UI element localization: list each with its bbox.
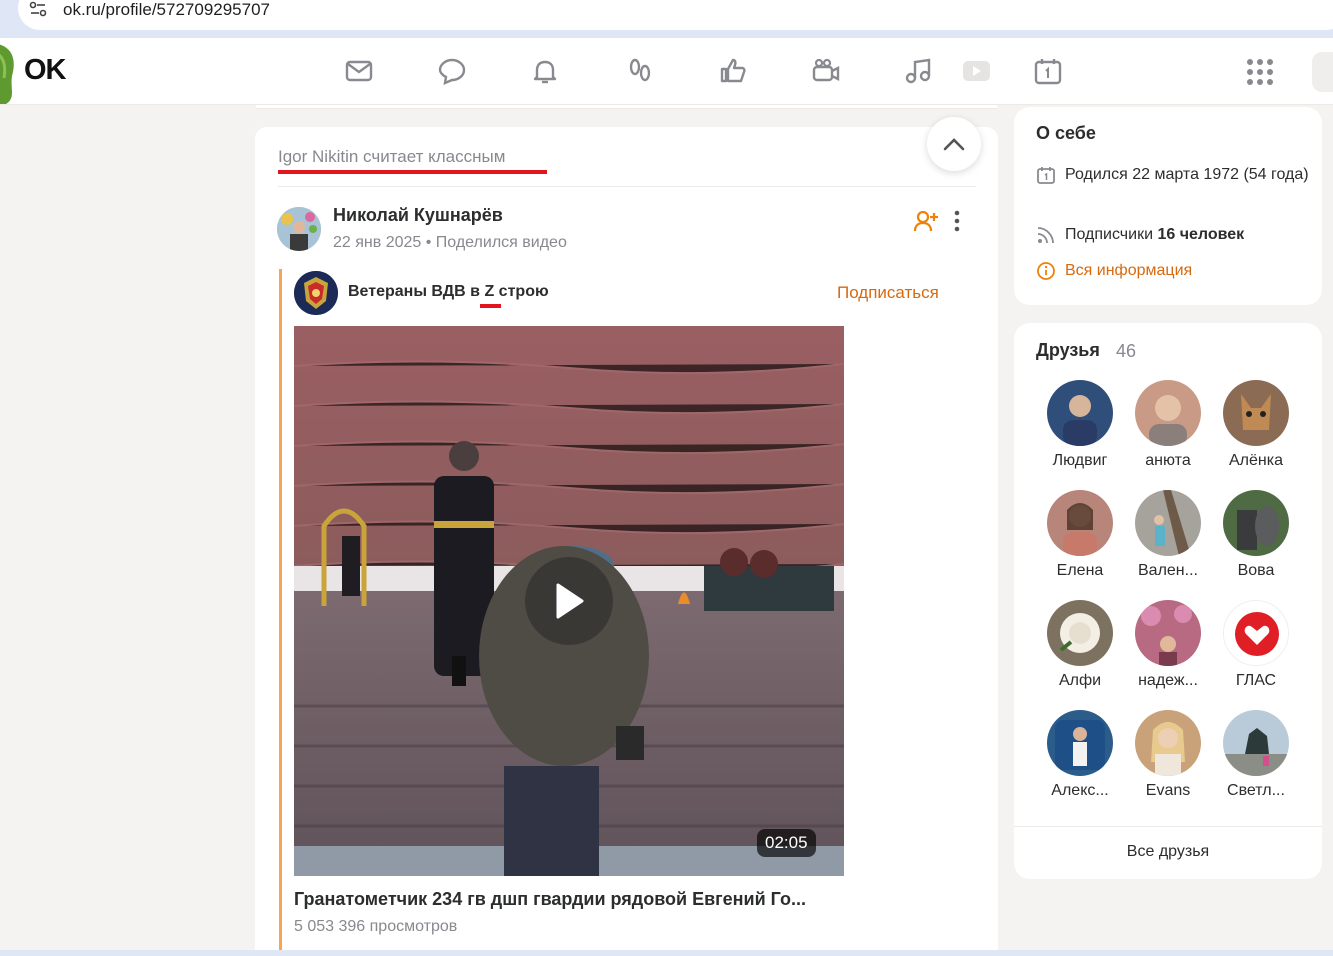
friend-avatar[interactable] — [1047, 710, 1113, 776]
site-settings-icon[interactable] — [28, 0, 48, 20]
friend-item[interactable]: Алекс... — [1036, 710, 1124, 800]
browser-address-bar: ok.ru/profile/572709295707 — [0, 0, 1333, 38]
calendar-icon[interactable] — [1032, 55, 1064, 87]
video-camera-icon[interactable] — [810, 55, 842, 87]
video-duration: 02:05 — [757, 829, 816, 857]
friend-avatar[interactable] — [1223, 600, 1289, 666]
divider — [278, 186, 976, 187]
friend-avatar[interactable] — [1223, 380, 1289, 446]
friend-name[interactable]: Алёнка — [1212, 452, 1300, 470]
music-icon[interactable] — [903, 55, 935, 87]
birthday-text: Родился 22 марта 1972 (54 года) — [1065, 166, 1309, 183]
repost-accent-bar — [279, 269, 282, 956]
post-meta: 22 янв 2025 • Поделился видео — [333, 234, 567, 252]
friend-item[interactable]: Вова — [1212, 490, 1300, 580]
info-icon — [1037, 262, 1055, 280]
more-options-icon[interactable] — [952, 208, 962, 234]
feed-card: Igor Nikitin считает классным Николай Ку… — [255, 117, 998, 956]
post-action: Поделился видео — [435, 234, 567, 251]
group-name-part2: строю — [494, 283, 549, 300]
red-underline-annotation — [278, 170, 547, 174]
friend-avatar[interactable] — [1135, 380, 1201, 446]
friend-item[interactable]: Алфи — [1036, 600, 1124, 690]
chevron-up-icon — [943, 138, 965, 151]
friend-avatar[interactable] — [1135, 710, 1201, 776]
friend-item[interactable]: Вален... — [1124, 490, 1212, 580]
bell-icon[interactable] — [529, 55, 561, 87]
friend-avatar[interactable] — [1135, 600, 1201, 666]
author-avatar[interactable] — [277, 207, 321, 251]
ok-header: OK — [0, 38, 1333, 105]
rss-icon — [1037, 227, 1054, 244]
video-title[interactable]: Гранатометчик 234 гв дшп гвардии рядовой… — [294, 889, 806, 910]
chat-icon[interactable] — [436, 55, 468, 87]
group-name[interactable]: Ветераны ВДВ в Z строю — [348, 283, 549, 301]
friend-name[interactable]: Вова — [1212, 562, 1300, 580]
friend-avatar[interactable] — [1047, 490, 1113, 556]
friend-item[interactable]: ГЛАС — [1212, 600, 1300, 690]
friend-avatar[interactable] — [1047, 380, 1113, 446]
liked-by-text[interactable]: Igor Nikitin считает классным — [278, 147, 505, 167]
friend-avatar[interactable] — [1223, 710, 1289, 776]
friend-item[interactable]: Светл... — [1212, 710, 1300, 800]
about-title: О себе — [1036, 123, 1096, 143]
friend-name[interactable]: Алфи — [1036, 672, 1124, 690]
friend-name[interactable]: анюта — [1124, 452, 1212, 470]
post-date[interactable]: 22 янв 2025 — [333, 234, 421, 251]
subscribe-button[interactable]: Подписаться — [837, 283, 939, 303]
author-name[interactable]: Николай Кушнарёв — [333, 205, 503, 226]
video-views: 5 053 396 просмотров — [294, 918, 458, 935]
like-icon[interactable] — [717, 55, 749, 87]
divider — [1014, 826, 1322, 827]
friend-name[interactable]: ГЛАС — [1212, 672, 1300, 690]
mail-icon[interactable] — [343, 55, 375, 87]
play-button[interactable] — [525, 557, 613, 645]
add-friend-icon[interactable] — [913, 208, 939, 234]
friend-avatar[interactable] — [1047, 600, 1113, 666]
friend-item[interactable]: Елена — [1036, 490, 1124, 580]
friends-card: Друзья 46 Людвиг анюта Алёнка Елена Вале… — [1014, 323, 1322, 879]
friend-name[interactable]: Evans — [1124, 782, 1212, 800]
friend-name[interactable]: надеж... — [1124, 672, 1212, 690]
friends-count: 46 — [1116, 341, 1137, 361]
meta-separator: • — [425, 234, 432, 251]
friend-name[interactable]: Алекс... — [1036, 782, 1124, 800]
calendar-icon — [1037, 167, 1055, 184]
apps-grid-icon[interactable] — [1246, 58, 1274, 86]
red-underline-annotation-z — [480, 304, 501, 308]
friend-name[interactable]: Людвиг — [1036, 452, 1124, 470]
group-avatar[interactable] — [294, 271, 338, 315]
play-triangle-icon — [556, 583, 584, 619]
subscribers-value: 16 человек — [1157, 226, 1245, 243]
friend-item[interactable]: надеж... — [1124, 600, 1212, 690]
friend-name[interactable]: Вален... — [1124, 562, 1212, 580]
friend-item[interactable]: Evans — [1124, 710, 1212, 800]
friend-item[interactable]: Людвиг — [1036, 380, 1124, 470]
about-card: О себе Родился 22 марта 1972 (54 года) П… — [1014, 107, 1322, 305]
friend-avatar[interactable] — [1223, 490, 1289, 556]
user-menu-button[interactable] — [1312, 52, 1333, 92]
ok-logo-icon[interactable] — [0, 42, 22, 104]
subscribers-label: Подписчики — [1065, 226, 1158, 243]
friend-name[interactable]: Елена — [1036, 562, 1124, 580]
play-icon[interactable] — [959, 55, 991, 87]
group-name-z: Z — [484, 283, 495, 300]
ok-logo-text[interactable]: OK — [24, 54, 66, 87]
friend-avatar[interactable] — [1135, 490, 1201, 556]
collapse-button[interactable] — [927, 117, 981, 171]
previous-card-edge — [256, 105, 997, 109]
window-bottom-edge — [0, 950, 1333, 956]
friend-item[interactable]: Алёнка — [1212, 380, 1300, 470]
friend-name[interactable]: Светл... — [1212, 782, 1300, 800]
all-info-text: Вся информация — [1065, 262, 1193, 279]
friend-item[interactable]: анюта — [1124, 380, 1212, 470]
friends-title[interactable]: Друзья — [1036, 340, 1100, 361]
group-name-part1: Ветераны ВДВ в — [348, 283, 485, 300]
video-player[interactable]: 02:05 — [294, 326, 844, 876]
all-friends-link[interactable]: Все друзья — [1014, 843, 1322, 861]
footprints-icon[interactable] — [624, 55, 656, 87]
address-url[interactable]: ok.ru/profile/572709295707 — [63, 0, 270, 20]
